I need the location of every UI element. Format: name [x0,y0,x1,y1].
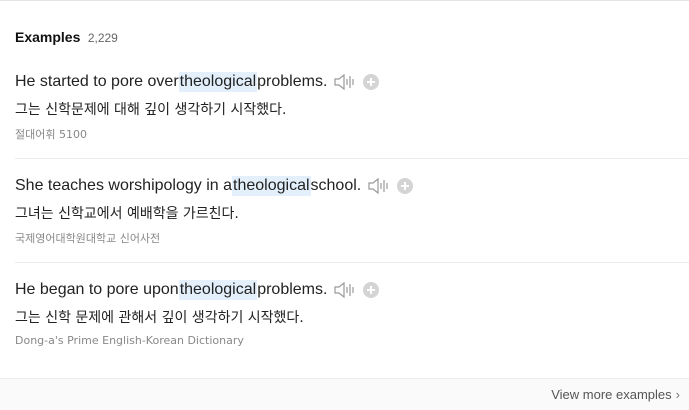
speaker-icon[interactable] [333,281,357,299]
add-to-wordbook-icon[interactable] [363,74,380,90]
example-sentence: He began to pore upon theological proble… [15,280,380,300]
chevron-right-icon: › [675,387,680,402]
example-source[interactable]: 국제영어대학원대학교 신어사전 [15,230,160,246]
sentence-text: problems. [257,281,328,298]
sentence-text: She teaches worshipology in a [15,177,233,194]
examples-title: Examples [15,29,81,45]
highlighted-word[interactable]: theological [232,176,311,196]
example-divider [15,158,689,159]
view-more-label: View more examples [551,387,672,402]
example-translation: 그녀는 신학교에서 예배학을 가르친다. [15,206,239,222]
speaker-icon[interactable] [333,73,357,91]
top-divider [0,0,689,1]
examples-header: Examples 2,229 [15,29,118,47]
example-sentence: He started to pore over theological prob… [15,72,380,92]
sentence-text: problems. [257,73,328,90]
sentence-text: school. [310,177,362,194]
sentence-text: He started to pore over [15,73,179,90]
examples-count: 2,229 [87,31,118,45]
add-to-wordbook-icon[interactable] [363,282,380,298]
view-more-examples-link[interactable]: View more examples › [551,387,680,402]
example-divider [15,262,689,263]
example-translation: 그는 신학 문제에 관해서 깊이 생각하기 시작했다. [15,310,304,326]
example-source[interactable]: 절대어휘 5100 [15,126,87,142]
highlighted-word[interactable]: theological [178,280,258,300]
add-to-wordbook-icon[interactable] [397,178,414,194]
example-translation: 그는 신학문제에 대해 깊이 생각하기 시작했다. [15,102,287,118]
example-sentence: She teaches worshipology in a theologica… [15,176,414,196]
sentence-text: He began to pore upon [15,281,179,298]
example-source[interactable]: Dong-a's Prime English-Korean Dictionary [15,334,244,347]
speaker-icon[interactable] [367,177,391,195]
highlighted-word[interactable]: theological [178,72,258,92]
examples-footer: View more examples › [0,378,689,410]
